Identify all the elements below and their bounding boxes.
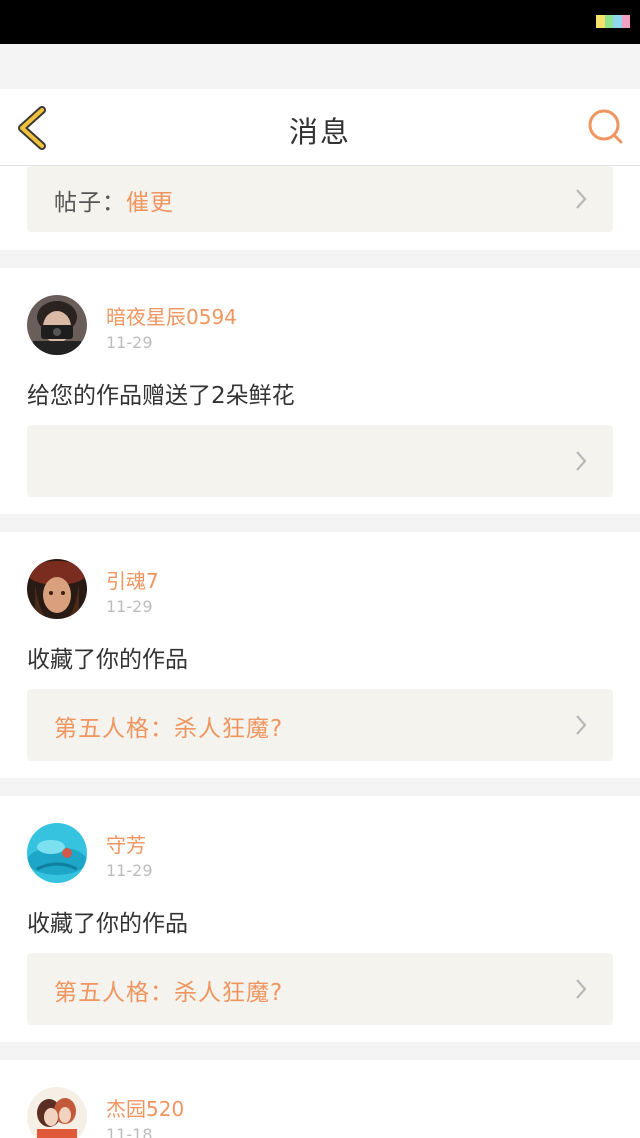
username[interactable]: 守芳 — [106, 829, 146, 858]
battery-icon — [596, 15, 630, 28]
message-text: 收藏了你的作品 — [27, 911, 188, 937]
avatar-image — [27, 823, 87, 883]
chevron-right-icon — [576, 189, 587, 209]
avatar-image — [27, 295, 87, 355]
chevron-right-icon — [576, 715, 587, 735]
avatar-image — [27, 559, 87, 619]
work-title: 第五人格：杀人狂魔? — [54, 716, 284, 742]
header-bar: 消息 — [0, 89, 640, 166]
post-title: 催更 — [126, 190, 174, 216]
avatar[interactable] — [27, 823, 87, 883]
avatar[interactable] — [27, 559, 87, 619]
chevron-right-icon — [576, 451, 587, 471]
username[interactable]: 杰园520 — [106, 1093, 184, 1122]
list-item: 守芳 11-29 收藏了你的作品 第五人格：杀人狂魔? — [0, 796, 640, 1042]
work-link[interactable]: 第五人格：杀人狂魔? — [27, 953, 613, 1025]
timestamp: 11-29 — [106, 597, 153, 616]
timestamp: 11-29 — [106, 861, 153, 880]
list-item: 帖子：催更 — [0, 166, 640, 250]
work-title: 第五人格：杀人狂魔? — [54, 980, 284, 1006]
work-link[interactable]: 第五人格：杀人狂魔? — [27, 689, 613, 761]
message-text: 给您的作品赠送了2朵鲜花 — [27, 383, 295, 409]
post-prefix: 帖子： — [54, 190, 126, 216]
timestamp: 11-18 — [106, 1125, 153, 1138]
message-text: 收藏了你的作品 — [27, 647, 188, 673]
avatar[interactable] — [27, 1087, 87, 1138]
list-item: 引魂7 11-29 收藏了你的作品 第五人格：杀人狂魔? — [0, 532, 640, 778]
avatar-image — [27, 1087, 87, 1138]
page-title: 消息 — [288, 115, 351, 149]
search-button[interactable] — [586, 107, 626, 147]
timestamp: 11-29 — [106, 333, 153, 352]
list-item: 暗夜星辰0594 11-29 给您的作品赠送了2朵鲜花 — [0, 268, 640, 514]
username[interactable]: 暗夜星辰0594 — [106, 301, 237, 330]
work-link[interactable] — [27, 425, 613, 497]
avatar[interactable] — [27, 295, 87, 355]
post-link[interactable]: 帖子：催更 — [27, 166, 613, 232]
search-icon — [588, 109, 623, 144]
message-list: 帖子：催更 暗夜星辰0594 11-29 给您的作品赠送了2朵鲜花 引魂7 11… — [0, 166, 640, 1138]
chevron-right-icon — [576, 979, 587, 999]
status-gap — [0, 44, 640, 89]
list-item: 杰园520 11-18 — [0, 1060, 640, 1138]
status-bar — [0, 0, 640, 44]
username[interactable]: 引魂7 — [106, 565, 159, 594]
